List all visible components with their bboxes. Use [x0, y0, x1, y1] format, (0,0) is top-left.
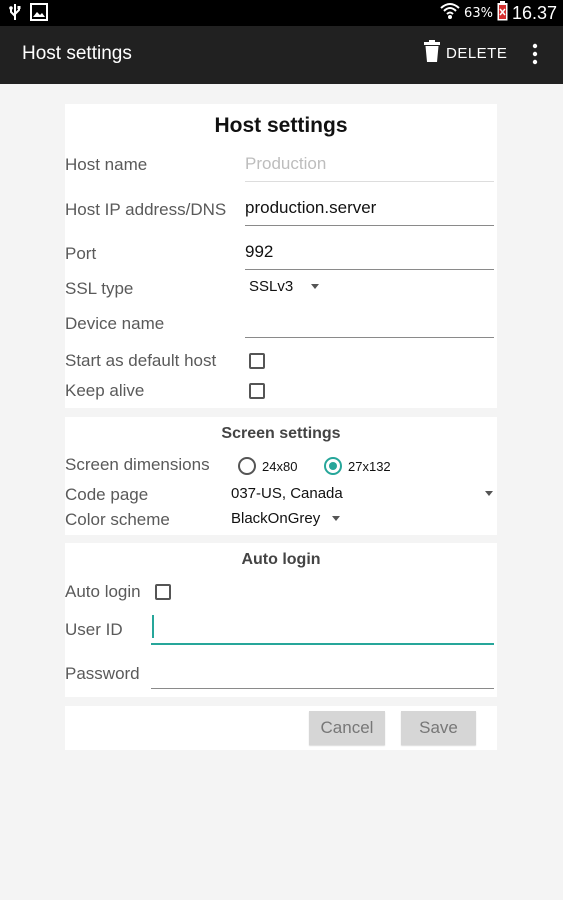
host-settings-title: Host settings	[214, 114, 348, 137]
auto-login-title: Auto login	[241, 551, 321, 568]
screen-settings-card: Screen settings Screen dimensions 24x80 …	[65, 417, 497, 535]
code-page-value: 037-US, Canada	[231, 485, 343, 502]
trash-icon	[424, 40, 440, 66]
host-name-input[interactable]	[245, 148, 494, 174]
radio-label-27x132: 27x132	[348, 458, 391, 474]
save-button[interactable]: Save	[401, 711, 476, 745]
password-field[interactable]	[151, 655, 494, 689]
auto-login-checkbox[interactable]	[155, 584, 171, 600]
code-page-dropdown[interactable]: 037-US, Canada	[231, 485, 493, 502]
user-id-input[interactable]	[151, 611, 494, 637]
overflow-menu-icon[interactable]	[528, 42, 542, 66]
port-input[interactable]	[245, 236, 494, 262]
code-page-label: Code page	[65, 485, 149, 504]
radio-selected-dot	[329, 462, 337, 470]
actions-card: Cancel Save	[65, 706, 497, 750]
radio-24x80[interactable]	[238, 457, 256, 475]
usb-icon	[8, 3, 22, 25]
ssl-type-value: SSLv3	[249, 278, 294, 295]
status-bar: 63% 16.37	[0, 0, 563, 26]
wifi-icon	[440, 2, 460, 24]
device-name-input[interactable]	[245, 304, 494, 330]
password-input[interactable]	[151, 655, 494, 681]
user-id-label: User ID	[65, 620, 123, 639]
device-name-label: Device name	[65, 314, 165, 333]
auto-login-card: Auto login Auto login User ID Password	[65, 543, 497, 697]
password-label: Password	[65, 664, 140, 683]
delete-button[interactable]: DELETE	[424, 40, 507, 66]
keep-alive-label: Keep alive	[65, 381, 145, 400]
keep-alive-checkbox[interactable]	[249, 383, 265, 399]
screen-dimensions-label: Screen dimensions	[65, 455, 210, 474]
user-id-field[interactable]	[151, 611, 494, 645]
device-name-field[interactable]	[245, 304, 494, 338]
ssl-type-label: SSL type	[65, 279, 134, 298]
host-ip-label: Host IP address/DNS	[65, 200, 227, 219]
host-name-field[interactable]	[245, 148, 494, 182]
port-label: Port	[65, 244, 97, 263]
color-scheme-label: Color scheme	[65, 510, 170, 529]
host-ip-field[interactable]	[245, 192, 494, 226]
color-scheme-dropdown[interactable]: BlackOnGrey	[231, 510, 341, 527]
delete-label: DELETE	[446, 44, 508, 62]
cancel-button[interactable]: Cancel	[309, 711, 385, 745]
screen-settings-title: Screen settings	[221, 425, 341, 442]
host-ip-input[interactable]	[245, 192, 494, 218]
port-field[interactable]	[245, 236, 494, 270]
clock: 16.37	[511, 2, 557, 23]
dropdown-caret-icon	[332, 516, 341, 521]
dimension-option-24x80[interactable]: 24x80	[238, 457, 297, 475]
dropdown-caret-icon	[485, 491, 493, 496]
start-default-checkbox[interactable]	[249, 353, 265, 369]
app-bar: Host settings DELETE	[0, 26, 563, 84]
app-bar-title: Host settings	[22, 43, 132, 64]
dropdown-caret-icon	[311, 284, 320, 289]
host-settings-card: Host settings Host name Host IP address/…	[65, 104, 497, 408]
battery-icon	[497, 1, 508, 25]
ssl-type-dropdown[interactable]: SSLv3	[249, 278, 320, 295]
color-scheme-value: BlackOnGrey	[231, 510, 321, 527]
host-name-label: Host name	[65, 155, 148, 174]
dimension-option-27x132[interactable]: 27x132	[324, 457, 391, 475]
battery-percent: 63%	[464, 5, 493, 21]
radio-27x132[interactable]	[324, 457, 342, 475]
image-icon	[30, 3, 48, 25]
radio-label-24x80: 24x80	[262, 458, 298, 474]
auto-login-label: Auto login	[65, 582, 141, 601]
text-cursor	[152, 615, 154, 638]
start-default-label: Start as default host	[65, 351, 217, 370]
